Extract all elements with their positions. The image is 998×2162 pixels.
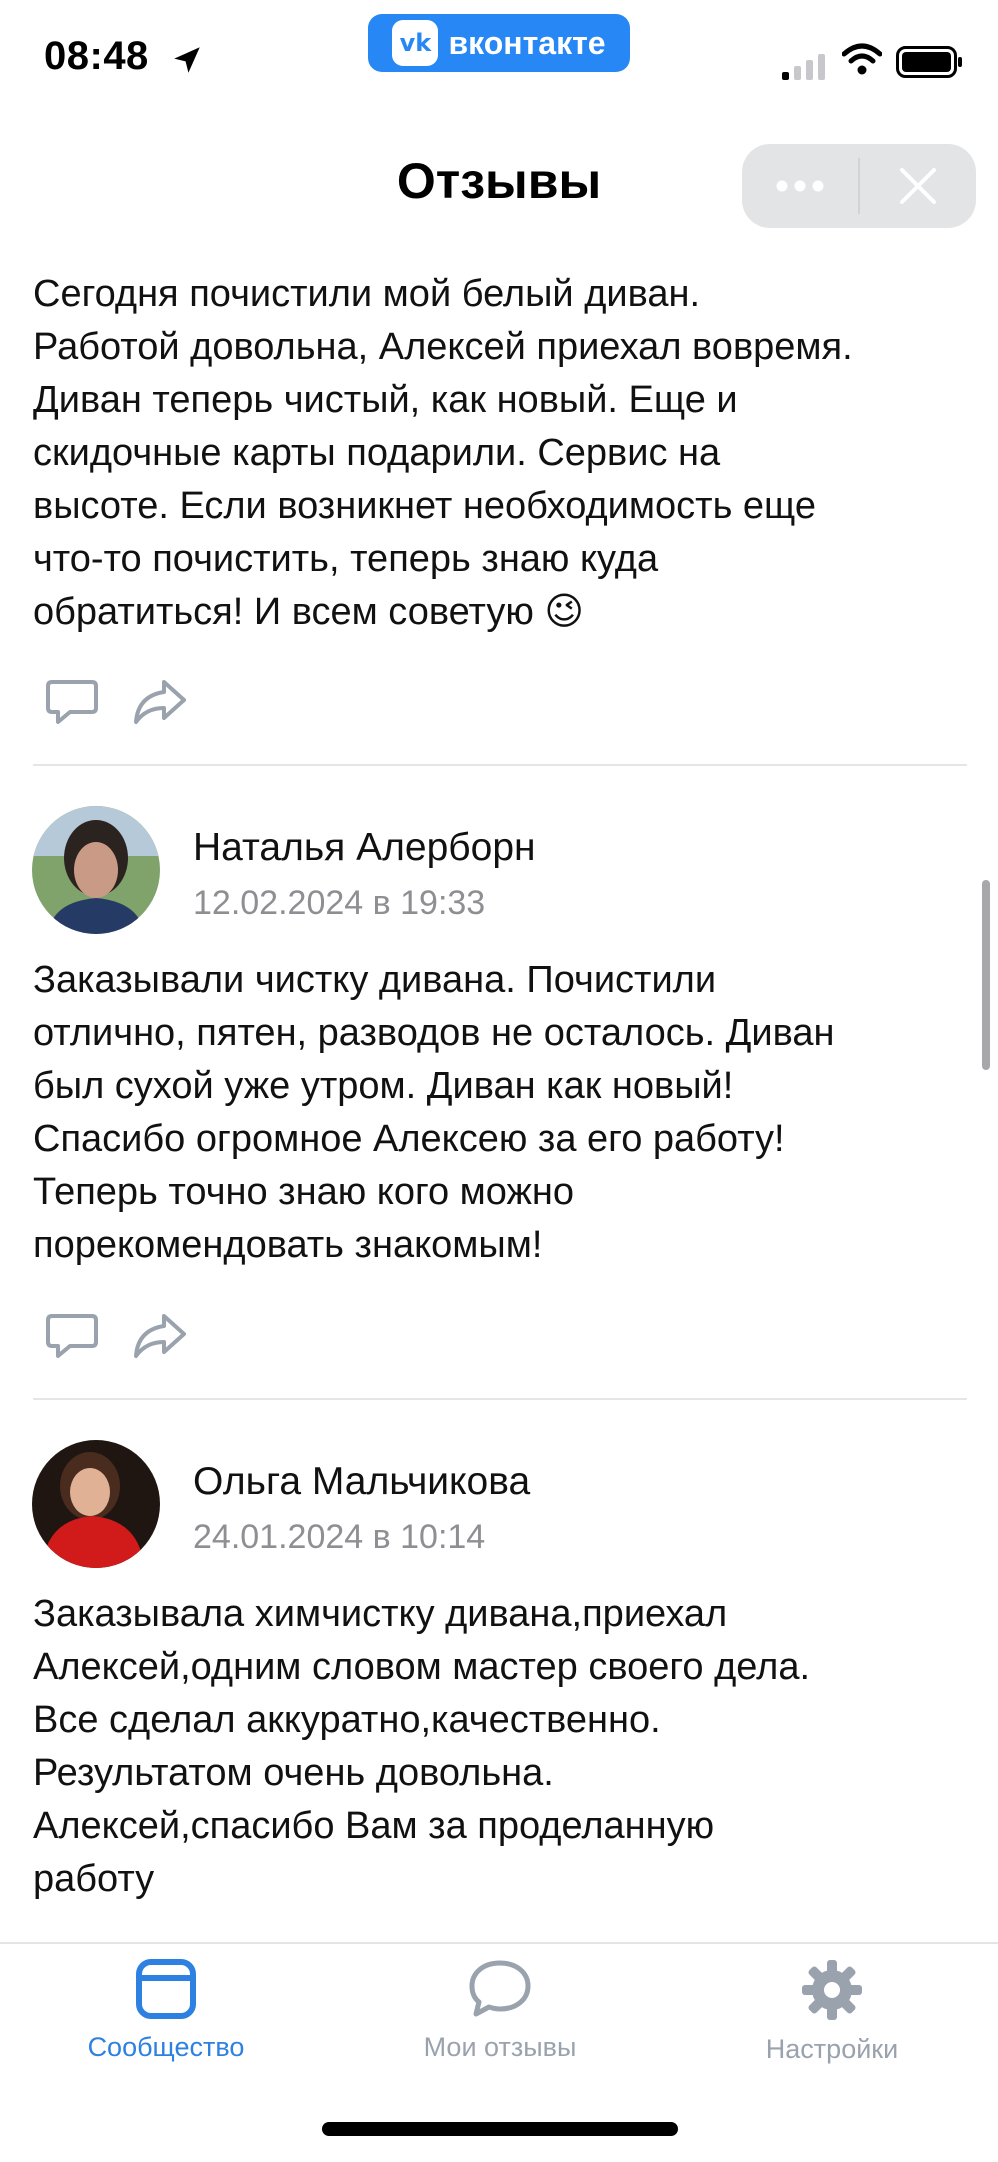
review-date: 24.01.2024 в 10:14 [193, 1518, 486, 1556]
review-line: Алексей,одним словом мастер своего дела. [33, 1646, 811, 1688]
review-line: Результатом очень довольна. [33, 1752, 554, 1794]
review-line: Алексей,спасибо Вам за проделанную [33, 1805, 715, 1847]
avatar[interactable] [32, 806, 160, 934]
review-line: был сухой уже утром. Диван как новый! [33, 1065, 734, 1107]
chat-bubble-icon [469, 1960, 531, 2017]
vk-app-badge-label: вконтакте [448, 24, 606, 61]
share-icon[interactable] [130, 672, 190, 732]
more-options-button[interactable] [742, 144, 858, 228]
tab-label: Сообщество [87, 2032, 245, 2062]
review-line: Все сделал аккуратно,качественно. [33, 1699, 661, 1741]
review-divider [33, 1398, 967, 1400]
tab-settings[interactable]: Настройки [702, 1958, 962, 2068]
share-icon[interactable] [130, 1306, 190, 1366]
review-line-last: обратиться! И всем советую 😉 [33, 586, 978, 639]
review-line: Спасибо огромное Алексею за его работу! [33, 1118, 785, 1160]
more-dots-icon [776, 180, 824, 192]
review-date: 12.02.2024 в 19:33 [193, 884, 486, 922]
home-indicator[interactable] [322, 2122, 678, 2136]
review-text: Сегодня почистили мой белый диван. Работ… [33, 268, 978, 639]
avatar-photo [32, 1440, 160, 1568]
location-arrow-icon [174, 47, 200, 73]
review-line: работу [33, 1858, 155, 1900]
review-line: обратиться! И всем советую [33, 591, 534, 633]
review-line: что-то почистить, теперь знаю куда [33, 538, 659, 580]
avatar[interactable] [32, 1440, 160, 1568]
gear-icon [802, 1960, 862, 2020]
avatar-photo [32, 806, 160, 934]
vk-logo-icon: vk [392, 20, 439, 66]
wifi-icon [842, 43, 882, 75]
review-author[interactable]: Ольга Мальчикова [193, 1460, 530, 1504]
battery-icon [896, 46, 962, 78]
review-line: Диван теперь чистый, как новый. Еще и [33, 379, 738, 421]
comment-icon[interactable] [42, 1306, 102, 1366]
vk-app-badge[interactable]: vk вконтакте [368, 14, 630, 72]
review-line: Заказывала химчистку дивана,приехал [33, 1593, 728, 1635]
wink-emoji: 😉 [544, 591, 585, 633]
status-time: 08:48 [44, 34, 149, 78]
review-line: высоте. Если возникнет необходимость еще [33, 485, 817, 527]
cellular-signal-icon [782, 54, 825, 80]
review-text: Заказывала химчистку дивана,приехал Алек… [33, 1588, 978, 1906]
review-text: Заказывали чистку дивана. Почистили отли… [33, 954, 978, 1272]
comment-icon[interactable] [42, 672, 102, 732]
review-line: отлично, пятен, разводов не осталось. Ди… [33, 1012, 835, 1054]
mini-app-controls [742, 144, 976, 228]
tab-my-reviews[interactable]: Мои отзывы [370, 1958, 630, 2068]
close-button[interactable] [860, 144, 976, 228]
community-icon [136, 1959, 196, 2019]
review-author[interactable]: Наталья Алерборн [193, 826, 536, 870]
tab-label: Мои отзывы [423, 2032, 577, 2062]
review-line: Теперь точно знаю кого можно [33, 1171, 575, 1213]
scrollbar[interactable] [982, 880, 990, 1070]
review-line: скидочные карты подарили. Сервис на [33, 432, 721, 474]
review-line: Сегодня почистили мой белый диван. [33, 273, 701, 315]
review-line: порекомендовать знакомым! [33, 1224, 543, 1266]
review-line: Заказывали чистку дивана. Почистили [33, 959, 717, 1001]
review-line: Работой довольна, Алексей приехал воврем… [33, 326, 853, 368]
tab-label: Настройки [765, 2034, 899, 2064]
close-icon [900, 168, 936, 204]
tab-community[interactable]: Сообщество [36, 1958, 296, 2068]
review-divider [33, 764, 967, 766]
